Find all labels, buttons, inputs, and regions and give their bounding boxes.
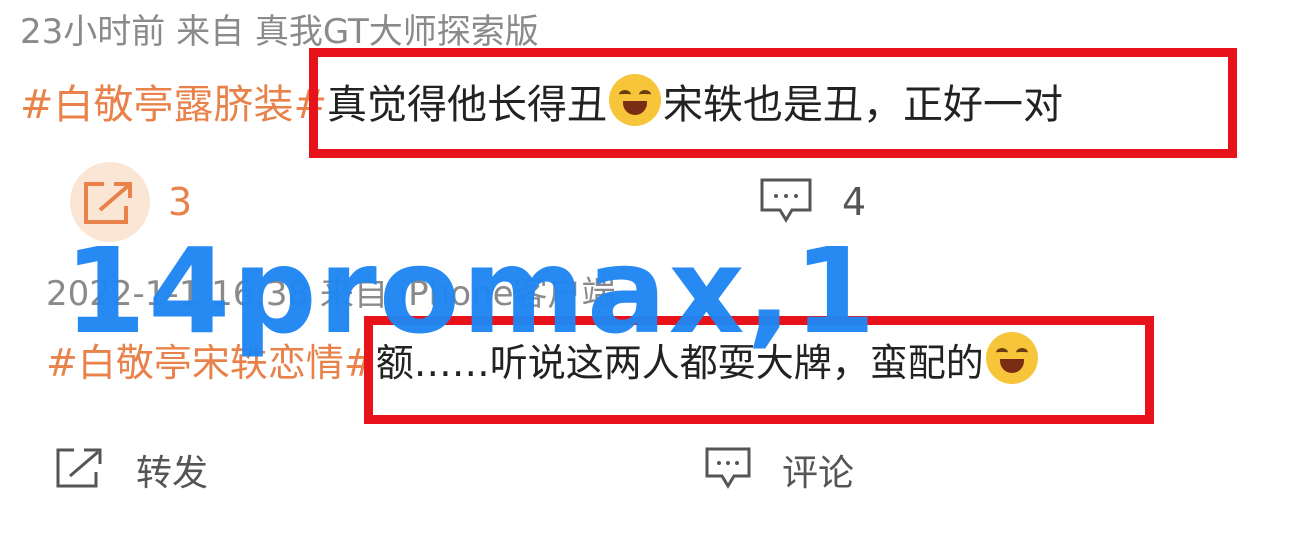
share-button-label[interactable]: 转发 (136, 444, 208, 496)
comment-count[interactable]: 4 (842, 180, 866, 224)
post1-hashtag[interactable]: #白敬亭露脐装# (20, 82, 327, 128)
share-icon[interactable] (54, 446, 106, 490)
comment-icon[interactable] (758, 176, 814, 224)
watermark-text: 14promax,1 (64, 222, 878, 360)
comment-icon[interactable] (704, 446, 752, 490)
highlight-box-1 (309, 48, 1237, 158)
share-icon[interactable] (82, 178, 138, 226)
comment-button-label[interactable]: 评论 (782, 444, 854, 496)
share-count[interactable]: 3 (168, 180, 192, 224)
post1-meta: 23小时前 来自 真我GT大师探索版 (20, 12, 539, 52)
